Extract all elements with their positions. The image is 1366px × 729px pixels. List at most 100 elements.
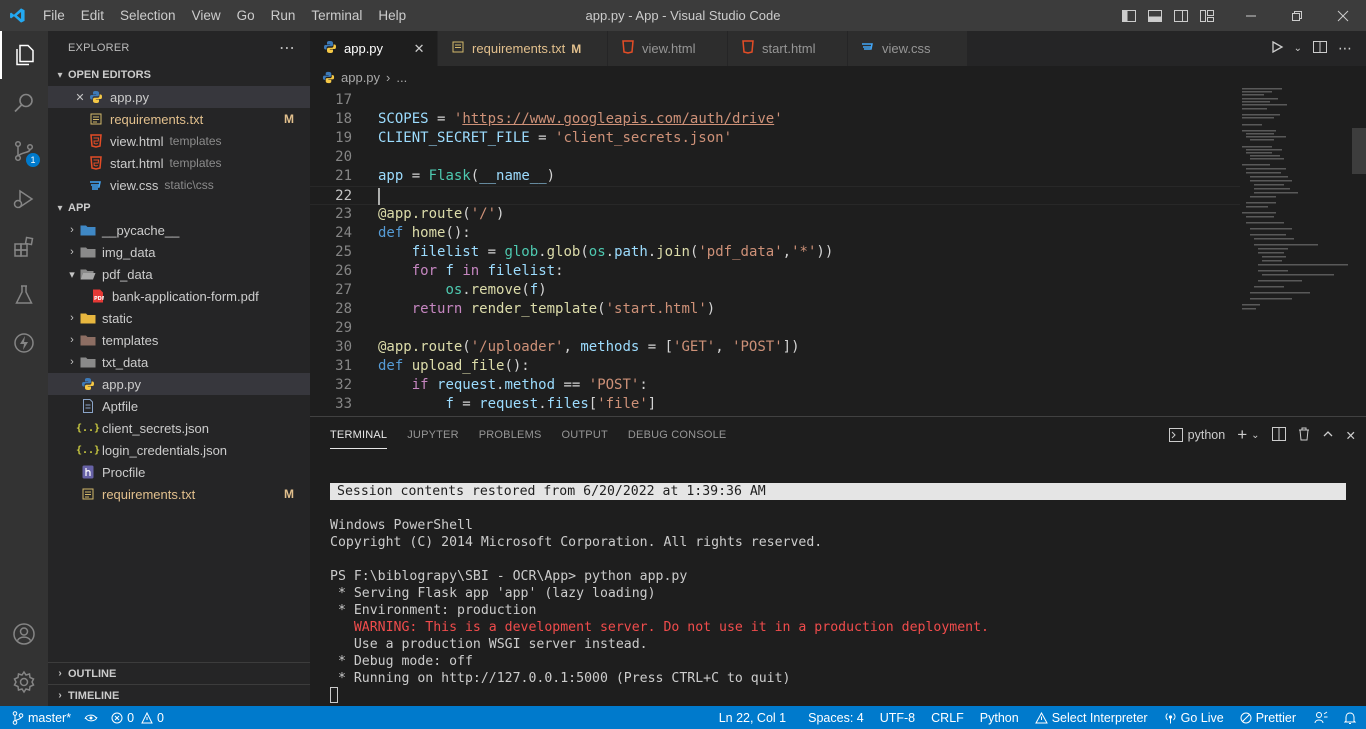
- problems-status[interactable]: 0 0: [105, 706, 170, 729]
- line-number: 17: [335, 92, 352, 108]
- more-actions-icon[interactable]: ⋯: [279, 38, 296, 58]
- minimize-icon[interactable]: [1228, 0, 1274, 31]
- tree-item-client-secrets-json[interactable]: {..} client_secrets.json: [48, 417, 310, 439]
- terminal-shell-selector[interactable]: python: [1168, 428, 1225, 442]
- tree-item-templates[interactable]: › templates: [48, 329, 310, 351]
- tree-item-img-data[interactable]: › img_data: [48, 241, 310, 263]
- accounts-icon[interactable]: [0, 610, 48, 658]
- notifications-button[interactable]: [1338, 706, 1362, 729]
- menu-help[interactable]: Help: [370, 0, 414, 31]
- tab-requirements-txt[interactable]: requirements.txt M: [438, 31, 609, 66]
- close-window-icon[interactable]: [1320, 0, 1366, 31]
- toggle-panel-icon[interactable]: [1142, 0, 1168, 31]
- customize-layout-icon[interactable]: [1194, 0, 1220, 31]
- testing-icon[interactable]: [0, 271, 48, 319]
- close-icon[interactable]: ✕: [72, 91, 88, 104]
- menu-terminal[interactable]: Terminal: [303, 0, 370, 31]
- maximize-panel-chevron-up-icon[interactable]: [1322, 428, 1334, 443]
- explorer-icon[interactable]: [0, 31, 48, 79]
- chevron-down-icon[interactable]: ⌄: [1251, 430, 1259, 441]
- timeline-header[interactable]: › TIMELINE: [48, 684, 310, 706]
- terminal-line: * Running on http://127.0.0.1:5000 (Pres…: [330, 671, 791, 686]
- menu-run[interactable]: Run: [263, 0, 304, 31]
- breadcrumb-more[interactable]: ...: [396, 70, 407, 85]
- tab-terminal[interactable]: TERMINAL: [320, 417, 397, 453]
- search-icon[interactable]: [0, 79, 48, 127]
- tab-start-html[interactable]: start.html: [728, 31, 849, 66]
- terminal-output[interactable]: Session contents restored from 6/20/2022…: [330, 483, 1346, 704]
- tree-item-app-py[interactable]: app.py: [48, 373, 310, 395]
- menu-go[interactable]: Go: [229, 0, 263, 31]
- tree-item-aptfile[interactable]: Aptfile: [48, 395, 310, 417]
- more-actions-icon[interactable]: ⋯: [1338, 40, 1352, 57]
- tab-view-html[interactable]: view.html: [608, 31, 729, 66]
- trash-icon[interactable]: [1298, 427, 1310, 444]
- chevron-down-icon[interactable]: ⌄: [1294, 43, 1302, 54]
- cursor-position[interactable]: Ln 22, Col 1: [713, 706, 792, 729]
- open-editor-requirements-txt[interactable]: requirements.txt M: [48, 108, 310, 130]
- encoding[interactable]: UTF-8: [874, 706, 921, 729]
- go-live-button[interactable]: Go Live: [1158, 706, 1230, 729]
- toggle-secondary-sidebar-icon[interactable]: [1168, 0, 1194, 31]
- open-editor-view-css[interactable]: view.css static\css: [48, 174, 310, 196]
- svg-text:PDF: PDF: [94, 296, 104, 302]
- menu-edit[interactable]: Edit: [73, 0, 112, 31]
- split-terminal-icon[interactable]: [1271, 426, 1286, 444]
- editor-scrollbar-thumb[interactable]: [1352, 128, 1366, 174]
- minimap[interactable]: [1240, 88, 1352, 416]
- tree-item-bank-application-form-pdf[interactable]: PDF bank-application-form.pdf: [48, 285, 310, 307]
- language-mode[interactable]: Python: [974, 706, 1025, 729]
- menu-view[interactable]: View: [184, 0, 229, 31]
- open-editors-header[interactable]: ▾ OPEN EDITORS: [48, 64, 310, 86]
- chevron-right-icon: ›: [70, 312, 74, 324]
- source-control-icon[interactable]: 1: [0, 127, 48, 175]
- split-editor-icon[interactable]: [1312, 40, 1328, 57]
- tab-view-css[interactable]: view.css: [848, 31, 969, 66]
- restore-icon[interactable]: [1274, 0, 1320, 31]
- modified-badge: M: [571, 41, 582, 56]
- end-of-line[interactable]: CRLF: [925, 706, 970, 729]
- close-panel-icon[interactable]: ✕: [1346, 428, 1356, 443]
- breadcrumb-file[interactable]: app.py: [341, 70, 380, 85]
- prettier-status[interactable]: Prettier: [1234, 706, 1302, 729]
- tree-item-pycache[interactable]: › __pycache__: [48, 219, 310, 241]
- tab-debug-console[interactable]: DEBUG CONSOLE: [618, 417, 737, 453]
- outline-header[interactable]: › OUTLINE: [48, 662, 310, 684]
- open-editor-start-html[interactable]: start.html templates: [48, 152, 310, 174]
- tree-item-login-credentials-json[interactable]: {..} login_credentials.json: [48, 439, 310, 461]
- tree-item-procfile[interactable]: Procfile: [48, 461, 310, 483]
- code-editor[interactable]: 17 18 SCOPES = 'https://www.googleapis.co…: [310, 88, 1366, 416]
- code-line: 21 app = Flask(__name__): [310, 167, 1240, 186]
- settings-gear-icon[interactable]: [0, 658, 48, 706]
- menu-selection[interactable]: Selection: [112, 0, 184, 31]
- tree-item-pdf-data[interactable]: ▾ pdf_data: [48, 263, 310, 285]
- close-tab-icon[interactable]: ✕: [411, 41, 427, 57]
- tab-output[interactable]: OUTPUT: [551, 417, 617, 453]
- tree-item-static[interactable]: › static: [48, 307, 310, 329]
- tab-problems[interactable]: PROBLEMS: [469, 417, 552, 453]
- app-folder-header[interactable]: ▾ APP: [48, 197, 310, 219]
- select-interpreter[interactable]: Select Interpreter: [1029, 706, 1154, 729]
- indentation[interactable]: Spaces: 4: [802, 706, 870, 729]
- toggle-primary-sidebar-icon[interactable]: [1116, 0, 1142, 31]
- run-python-file-icon[interactable]: [1270, 40, 1284, 57]
- live-share-icon[interactable]: [0, 319, 48, 367]
- terminal-line: Copyright (C) 2014 Microsoft Corporation…: [330, 535, 823, 550]
- open-editor-app-py[interactable]: ✕ app.py: [48, 86, 310, 108]
- line-number: 30: [335, 339, 352, 355]
- run-debug-icon[interactable]: [0, 175, 48, 223]
- feedback-button[interactable]: [1308, 706, 1334, 729]
- extensions-icon[interactable]: [0, 223, 48, 271]
- git-branch[interactable]: master*: [0, 706, 77, 729]
- tree-item-txt-data[interactable]: › txt_data: [48, 351, 310, 373]
- open-editor-view-html[interactable]: view.html templates: [48, 130, 310, 152]
- tab-jupyter[interactable]: JUPYTER: [397, 417, 469, 453]
- tree-item-requirements-txt[interactable]: requirements.txt M: [48, 483, 310, 505]
- tab-app-py[interactable]: app.py ✕: [310, 31, 439, 66]
- menu-file[interactable]: File: [35, 0, 73, 31]
- sync-button[interactable]: [77, 706, 105, 729]
- tree-item-label: bank-application-form.pdf: [112, 288, 259, 304]
- code-text: def home():: [378, 225, 471, 241]
- new-terminal-plus-icon[interactable]: +: [1237, 425, 1247, 445]
